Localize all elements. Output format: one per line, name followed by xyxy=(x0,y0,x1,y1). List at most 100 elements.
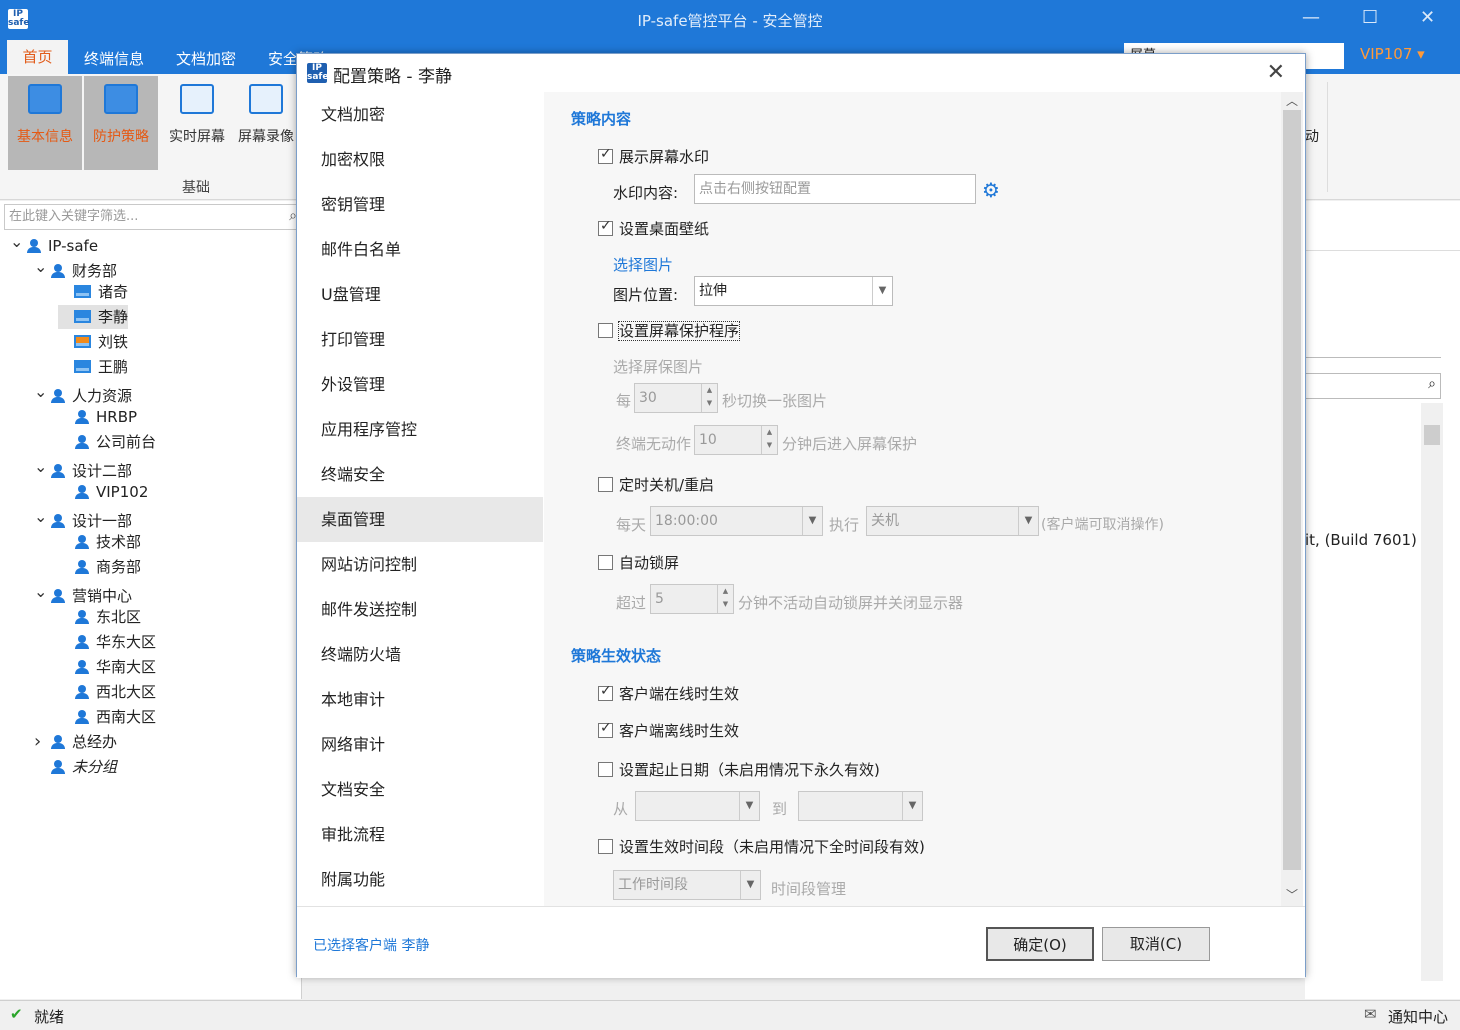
nav-item[interactable]: 审批流程 xyxy=(297,812,543,857)
right-scrollbar[interactable] xyxy=(1421,403,1443,981)
chevron-down-icon[interactable]: ⌄ xyxy=(34,455,50,479)
monitor-icon xyxy=(180,84,214,114)
tree-node[interactable]: 刘铁 xyxy=(58,330,128,354)
tree-node[interactable]: 西北大区 xyxy=(58,680,156,704)
basic-info-button[interactable]: 基本信息 xyxy=(8,76,82,170)
watermark-content-input[interactable]: 点击右侧按钮配置 xyxy=(694,174,976,204)
tree-node[interactable]: ⌄ 营销中心 xyxy=(34,580,132,605)
right-search-icon[interactable]: ⌕ xyxy=(1428,376,1436,392)
protection-policy-icon xyxy=(104,84,138,114)
menu-home[interactable]: 首页 xyxy=(7,40,68,74)
nav-item[interactable]: 本地审计 xyxy=(297,677,543,722)
notification-center[interactable]: 通知中心 xyxy=(1388,1006,1448,1027)
protection-policy-button[interactable]: 防护策略 xyxy=(84,76,158,170)
image-position-select[interactable]: 拉伸 ▼ xyxy=(694,276,893,306)
minimize-icon[interactable]: — xyxy=(1302,7,1320,28)
tree-node[interactable]: 诸奇 xyxy=(58,280,128,304)
tree-node[interactable]: VIP102 xyxy=(58,480,148,504)
tree-node[interactable]: ⌄ 设计一部 xyxy=(34,505,132,530)
menu-terminal-info[interactable]: 终端信息 xyxy=(84,48,144,69)
time-period-select[interactable]: 工作时间段 ▼ xyxy=(613,870,761,900)
nav-item[interactable]: 终端安全 xyxy=(297,452,543,497)
daily-time-select[interactable]: 18:00:00 ▼ xyxy=(650,506,823,536)
choose-screensaver-image-link[interactable]: 选择屏保图片 xyxy=(613,356,703,377)
chevron-down-icon[interactable]: ⌄ xyxy=(34,255,50,279)
ok-button[interactable]: 确定(O) xyxy=(986,927,1094,961)
nav-item[interactable]: 邮件白名单 xyxy=(297,227,543,272)
tree-node[interactable]: 公司前台 xyxy=(58,430,156,454)
tree-filter-input[interactable]: 在此键入关键字筛选... ⌕ xyxy=(4,204,300,230)
chevron-down-icon[interactable]: ⌄ xyxy=(34,380,50,404)
tree-node[interactable]: 技术部 xyxy=(58,530,141,554)
to-date-select[interactable]: ▼ xyxy=(798,791,923,821)
group-icon xyxy=(50,514,66,528)
tree-node[interactable]: 西南大区 xyxy=(58,705,156,729)
chevron-down-icon: ▼ xyxy=(802,507,822,535)
nav-item[interactable]: 桌面管理 xyxy=(297,497,543,542)
watermark-checkbox[interactable]: 展示屏幕水印 xyxy=(598,146,709,167)
gear-icon[interactable]: ⚙ xyxy=(982,178,1000,202)
watermark-label: 水印内容: xyxy=(613,184,679,202)
time-period-checkbox[interactable]: 设置生效时间段（未启用情况下全时间段有效) xyxy=(598,836,925,857)
dialog-close-icon[interactable]: ✕ xyxy=(1267,60,1285,85)
auto-lock-checkbox[interactable]: 自动锁屏 xyxy=(598,552,679,573)
tree-node[interactable]: 王鹏 xyxy=(58,355,128,379)
exec-action-select[interactable]: 关机 ▼ xyxy=(866,506,1039,536)
online-effect-checkbox[interactable]: 客户端在线时生效 xyxy=(598,683,739,704)
tree-node[interactable]: 商务部 xyxy=(58,555,141,579)
time-period-manage-link[interactable]: 时间段管理 xyxy=(771,878,846,899)
tree-node[interactable]: ⌄ 财务部 xyxy=(34,255,117,280)
tree-node[interactable]: HRBP xyxy=(58,405,137,429)
user-menu[interactable]: VIP107 ▾ xyxy=(1360,45,1425,63)
nav-item[interactable]: 应用程序管控 xyxy=(297,407,543,452)
cancel-button[interactable]: 取消(C) xyxy=(1102,927,1210,961)
close-window-icon[interactable]: ✕ xyxy=(1420,7,1435,28)
tree-node[interactable]: ⌄ IP-safe xyxy=(10,230,98,255)
nav-item[interactable]: 打印管理 xyxy=(297,317,543,362)
lock-minutes-spinner[interactable]: 5 ▲ ▼ xyxy=(650,584,734,614)
scroll-down-icon[interactable]: ﹀ xyxy=(1286,886,1298,903)
nav-item[interactable]: 附属功能 xyxy=(297,857,543,902)
nav-item[interactable]: 网络审计 xyxy=(297,722,543,767)
search-icon[interactable]: ⌕ xyxy=(1322,46,1331,66)
chevron-down-icon: ▼ xyxy=(872,277,892,305)
nav-item[interactable]: 外设管理 xyxy=(297,362,543,407)
maximize-icon[interactable]: ☐ xyxy=(1362,7,1378,28)
chevron-down-icon[interactable]: ⌄ xyxy=(10,230,26,254)
content-scrollbar[interactable]: ︿ ﹀ xyxy=(1281,92,1303,906)
right-search-input[interactable]: ⌕ xyxy=(1305,373,1441,399)
from-date-select[interactable]: ▼ xyxy=(635,791,760,821)
nav-item[interactable]: 加密权限 xyxy=(297,137,543,182)
nav-item[interactable]: 网站访问控制 xyxy=(297,542,543,587)
tree-node[interactable]: 李静 xyxy=(58,305,129,329)
choose-image-link[interactable]: 选择图片 xyxy=(613,254,673,275)
menu-doc-encryption[interactable]: 文档加密 xyxy=(176,48,236,69)
nav-item[interactable]: 终端防火墙 xyxy=(297,632,543,677)
offline-effect-checkbox[interactable]: 客户端离线时生效 xyxy=(598,720,739,741)
date-range-checkbox[interactable]: 设置起止日期（未启用情况下永久有效) xyxy=(598,759,880,780)
switch-interval-spinner[interactable]: 30 ▲ ▼ xyxy=(634,383,718,413)
idle-minutes-spinner[interactable]: 10 ▲ ▼ xyxy=(694,425,778,455)
tree-node[interactable]: 东北区 xyxy=(58,605,141,629)
chevron-down-icon[interactable]: ⌄ xyxy=(34,580,50,604)
tree-node[interactable]: 未分组 xyxy=(34,755,117,779)
tree-node[interactable]: ⌄ 人力资源 xyxy=(34,380,132,405)
nav-item[interactable]: 邮件发送控制 xyxy=(297,587,543,632)
tree-node[interactable]: › 总经办 xyxy=(34,730,117,754)
nav-item[interactable]: 密钥管理 xyxy=(297,182,543,227)
tree-node[interactable]: 华南大区 xyxy=(58,655,156,679)
wallpaper-checkbox[interactable]: 设置桌面壁纸 xyxy=(598,218,709,239)
scheduled-shutdown-checkbox[interactable]: 定时关机/重启 xyxy=(598,474,714,495)
tree-node[interactable]: ⌄ 设计二部 xyxy=(34,455,132,480)
chevron-right-icon[interactable]: › xyxy=(34,730,50,754)
scroll-up-icon[interactable]: ︿ xyxy=(1286,92,1298,109)
realtime-screen-button[interactable]: 实时屏幕 xyxy=(160,76,234,170)
scroll-thumb[interactable] xyxy=(1283,110,1301,870)
nav-item[interactable]: 文档安全 xyxy=(297,767,543,812)
screensaver-checkbox[interactable]: 设置屏幕保护程序 xyxy=(598,320,741,341)
screen-record-button[interactable]: 屏幕录像 xyxy=(236,76,296,170)
chevron-down-icon[interactable]: ⌄ xyxy=(34,505,50,529)
nav-item[interactable]: U盘管理 xyxy=(297,272,543,317)
nav-item[interactable]: 文档加密 xyxy=(297,92,543,137)
tree-node[interactable]: 华东大区 xyxy=(58,630,156,654)
